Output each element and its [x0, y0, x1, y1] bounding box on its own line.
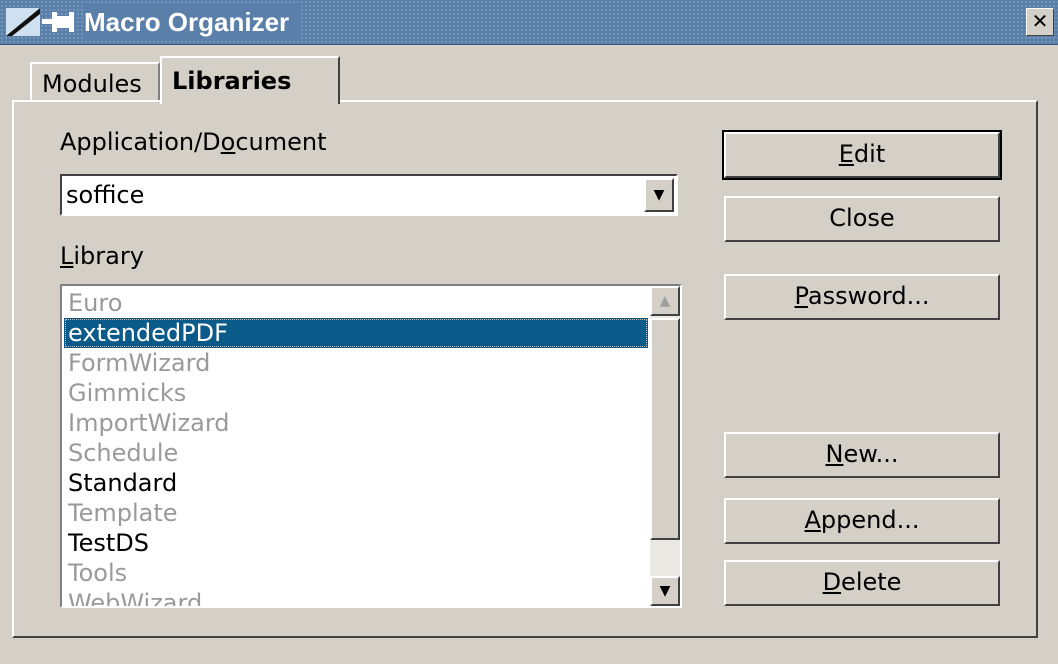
application-document-dropdown[interactable]: soffice ▼: [60, 174, 678, 216]
button-label: dit: [853, 140, 886, 168]
label-text: Application/D: [60, 128, 221, 156]
label-accel: L: [60, 242, 74, 270]
list-item[interactable]: ImportWizard: [64, 408, 648, 438]
button-accel: P: [794, 282, 808, 310]
list-item[interactable]: Euro: [64, 288, 648, 318]
new-button[interactable]: New...: [724, 432, 1000, 478]
list-item[interactable]: Gimmicks: [64, 378, 648, 408]
dropdown-value: soffice: [66, 181, 145, 209]
macro-organizer-window: Macro Organizer ✕ Modules Libraries Appl…: [0, 0, 1058, 664]
password-button[interactable]: Password...: [724, 274, 1000, 320]
delete-button[interactable]: Delete: [724, 560, 1000, 606]
title-bar[interactable]: Macro Organizer ✕: [0, 0, 1058, 45]
button-accel: N: [825, 440, 844, 468]
list-item[interactable]: WebWizard: [64, 588, 648, 606]
dropdown-button[interactable]: ▼: [644, 178, 674, 212]
close-window-button[interactable]: ✕: [1026, 8, 1054, 36]
button-label: elete: [841, 568, 902, 596]
scroll-up-button[interactable]: ▲: [650, 286, 680, 316]
button-accel: A: [804, 506, 821, 534]
button-label: ppend...: [820, 506, 920, 534]
button-label: assword...: [807, 282, 930, 310]
scroll-thumb[interactable]: [650, 318, 680, 540]
list-item[interactable]: Standard: [64, 468, 648, 498]
edit-button[interactable]: Edit: [722, 130, 1002, 180]
list-item[interactable]: TestDS: [64, 528, 648, 558]
list-item[interactable]: FormWizard: [64, 348, 648, 378]
list-scrollbar[interactable]: ▲ ▼: [650, 286, 680, 606]
tab-libraries[interactable]: Libraries: [160, 56, 340, 104]
chevron-down-icon: ▼: [653, 187, 665, 203]
window-title: Macro Organizer: [84, 4, 300, 40]
window-bottom-edge: [0, 648, 1058, 664]
list-item[interactable]: extendedPDF: [64, 318, 648, 348]
library-list[interactable]: Euro extendedPDF FormWizard Gimmicks ImportW…: [60, 284, 682, 608]
button-accel: D: [822, 568, 842, 596]
append-button[interactable]: Append...: [724, 498, 1000, 544]
label-accel: o: [220, 128, 236, 156]
list-item[interactable]: Schedule: [64, 438, 648, 468]
tab-modules[interactable]: Modules: [30, 62, 160, 102]
label-text: cument: [235, 128, 327, 156]
chevron-down-icon: ▼: [659, 583, 671, 599]
list-item[interactable]: Tools: [64, 558, 648, 588]
library-items: Euro extendedPDF FormWizard Gimmicks ImportW…: [64, 288, 648, 606]
label-text: ibrary: [73, 242, 144, 270]
application-document-label: Application/Document: [60, 128, 327, 156]
list-item[interactable]: Template: [64, 498, 648, 528]
scroll-down-button[interactable]: ▼: [650, 576, 680, 606]
library-label: Library: [60, 242, 144, 270]
button-accel: E: [838, 140, 854, 168]
macro-pin-icon: [6, 8, 74, 36]
chevron-up-icon: ▲: [659, 293, 671, 309]
close-icon: ✕: [1031, 9, 1049, 33]
button-label: ew...: [843, 440, 899, 468]
close-button[interactable]: Close: [724, 196, 1000, 242]
button-label: Close: [829, 204, 895, 232]
